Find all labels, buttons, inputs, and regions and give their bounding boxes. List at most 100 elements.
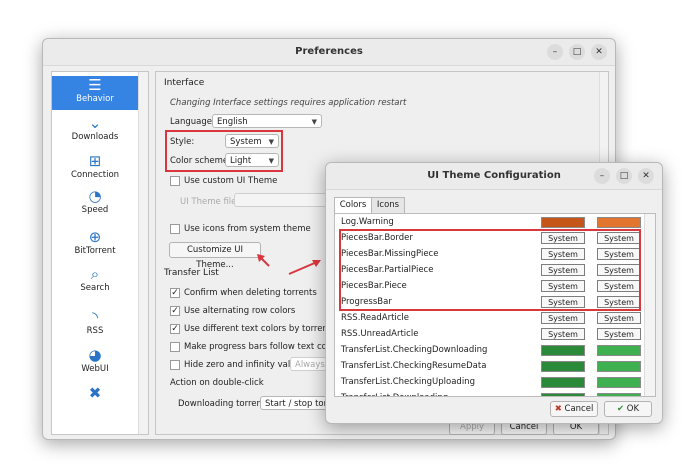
- language-select[interactable]: English ▼: [212, 114, 322, 128]
- sidebar-item-connection[interactable]: ⊞ Connection: [52, 152, 138, 180]
- globe-icon: ⊕: [88, 228, 102, 246]
- theme-row: TransferList.CheckingUploading: [335, 374, 643, 390]
- preferences-titlebar: Preferences – □ ✕: [43, 39, 615, 66]
- hide-zero-checkbox[interactable]: [170, 360, 180, 370]
- sidebar-item-label: Speed: [81, 205, 109, 215]
- language-value: English: [217, 117, 248, 127]
- diff-text-checkbox[interactable]: ✓: [170, 324, 180, 334]
- theme-row-name: RSS.UnreadArticle: [341, 329, 419, 339]
- theme-cancel-button[interactable]: ✖ Cancel: [550, 401, 598, 417]
- minimize-button[interactable]: –: [594, 168, 610, 184]
- ui-theme-titlebar: UI Theme Configuration – □ ✕: [326, 163, 662, 190]
- tab-icons[interactable]: Icons: [371, 197, 405, 213]
- color-swatch[interactable]: [541, 217, 585, 228]
- alt-rows-label: Use alternating row colors: [184, 306, 296, 316]
- satellite-icon: ◕: [88, 346, 102, 364]
- interface-group-title: Interface: [164, 78, 205, 88]
- color-swatch[interactable]: [541, 345, 585, 356]
- theme-row: RSS.UnreadArticle System System: [335, 326, 643, 342]
- theme-file-input[interactable]: [234, 193, 334, 207]
- theme-row-name: TransferList.CheckingUploading: [341, 377, 475, 387]
- sidebar: ☰ Behavior ⌄ Downloads ⊞ Connection ◔ Sp…: [51, 71, 149, 435]
- downloading-torrents-label: Downloading torrents:: [178, 399, 273, 409]
- alt-rows-checkbox[interactable]: ✓: [170, 306, 180, 316]
- color-swatch[interactable]: [597, 217, 641, 228]
- theme-row-name: TransferList.CheckingResumeData: [341, 361, 487, 371]
- sidebar-item-rss[interactable]: ◝ RSS: [52, 308, 138, 336]
- colors-panel: Log.Warning PiecesBar.Border System System P…: [334, 213, 656, 397]
- hide-zero-select[interactable]: Always: [290, 357, 330, 371]
- close-button[interactable]: ✕: [638, 168, 654, 184]
- chevron-down-icon: ▼: [311, 118, 317, 126]
- sidebar-item-speed[interactable]: ◔ Speed: [52, 187, 138, 215]
- close-button[interactable]: ✕: [591, 44, 607, 60]
- ok-icon: ✔: [616, 404, 625, 414]
- sliders-icon: ☰: [88, 76, 102, 94]
- network-icon: ⊞: [88, 152, 102, 170]
- system-color-button[interactable]: System: [541, 312, 585, 324]
- annotation-arrows: [257, 254, 321, 275]
- sidebar-item-search[interactable]: ⌕ Search: [52, 265, 138, 293]
- sidebar-item-bittorrent[interactable]: ⊕ BitTorrent: [52, 228, 138, 256]
- sidebar-item-behavior[interactable]: ☰ Behavior: [52, 76, 138, 110]
- sidebar-item-webui[interactable]: ◕ WebUI: [52, 346, 138, 374]
- arrow-right: [288, 261, 318, 275]
- chevrons-down-icon: ⌄: [88, 114, 102, 132]
- color-swatch[interactable]: [541, 393, 585, 396]
- minimize-button[interactable]: –: [547, 44, 563, 60]
- ok-label: OK: [626, 404, 640, 414]
- sidebar-item-label: RSS: [86, 326, 104, 336]
- theme-ok-button[interactable]: ✔ OK: [604, 401, 652, 417]
- colors-scrollbar[interactable]: [644, 214, 655, 396]
- window-title: Preferences: [295, 46, 363, 57]
- ui-theme-dialog: UI Theme Configuration – □ ✕ Colors Icon…: [325, 162, 663, 424]
- color-swatch[interactable]: [597, 393, 641, 396]
- double-click-label: Action on double-click: [170, 378, 264, 388]
- theme-row: RSS.ReadArticle System System: [335, 310, 643, 326]
- downloading-action-select[interactable]: Start / stop torrent: [260, 396, 328, 410]
- restart-note: Changing Interface settings requires app…: [170, 98, 407, 108]
- system-color-button[interactable]: System: [597, 328, 641, 340]
- hide-zero-label: Hide zero and infinity values: [184, 360, 306, 370]
- sidebar-item-label: Search: [80, 283, 110, 293]
- sidebar-item-label: WebUI: [81, 364, 109, 374]
- cancel-label: Cancel: [564, 404, 594, 414]
- confirm-delete-checkbox[interactable]: ✓: [170, 288, 180, 298]
- sidebar-item-advanced[interactable]: ✖: [52, 384, 138, 402]
- transfer-group-title: Transfer List: [164, 268, 219, 278]
- color-swatch[interactable]: [541, 377, 585, 388]
- maximize-button[interactable]: □: [616, 168, 632, 184]
- maximize-button[interactable]: □: [569, 44, 585, 60]
- sidebar-scrollbar[interactable]: [138, 72, 148, 434]
- theme-row: Log.Warning: [335, 214, 643, 230]
- sidebar-item-label: Connection: [70, 170, 120, 180]
- progress-follow-label: Make progress bars follow text colors: [184, 342, 343, 352]
- custom-theme-label: Use custom UI Theme: [184, 176, 278, 186]
- system-icons-checkbox[interactable]: [170, 224, 180, 234]
- theme-row-name: Log.Warning: [341, 217, 394, 227]
- tab-colors[interactable]: Colors: [334, 197, 372, 213]
- system-color-button[interactable]: System: [541, 328, 585, 340]
- highlight-box-style: [165, 130, 283, 172]
- system-color-button[interactable]: System: [597, 312, 641, 324]
- speedometer-icon: ◔: [88, 187, 102, 205]
- color-swatch[interactable]: [597, 361, 641, 372]
- theme-row: TransferList.CheckingDownloading: [335, 342, 643, 358]
- theme-row-name: TransferList.CheckingDownloading: [341, 345, 488, 355]
- sidebar-item-downloads[interactable]: ⌄ Downloads: [52, 114, 138, 142]
- custom-theme-checkbox[interactable]: [170, 176, 180, 186]
- theme-row-name: TransferList.Downloading: [341, 393, 448, 396]
- progress-follow-checkbox[interactable]: [170, 342, 180, 352]
- sidebar-item-label: BitTorrent: [74, 246, 116, 256]
- theme-row: TransferList.Downloading: [335, 390, 643, 396]
- confirm-delete-label: Confirm when deleting torrents: [184, 288, 317, 298]
- search-icon: ⌕: [90, 265, 100, 283]
- customize-theme-button[interactable]: Customize UI Theme...: [169, 242, 261, 270]
- cancel-icon: ✖: [554, 404, 562, 414]
- sidebar-item-label: Behavior: [76, 94, 114, 104]
- color-swatch[interactable]: [597, 377, 641, 388]
- color-swatch[interactable]: [597, 345, 641, 356]
- rss-icon: ◝: [92, 308, 98, 326]
- color-swatch[interactable]: [541, 361, 585, 372]
- language-label: Language:: [170, 117, 215, 127]
